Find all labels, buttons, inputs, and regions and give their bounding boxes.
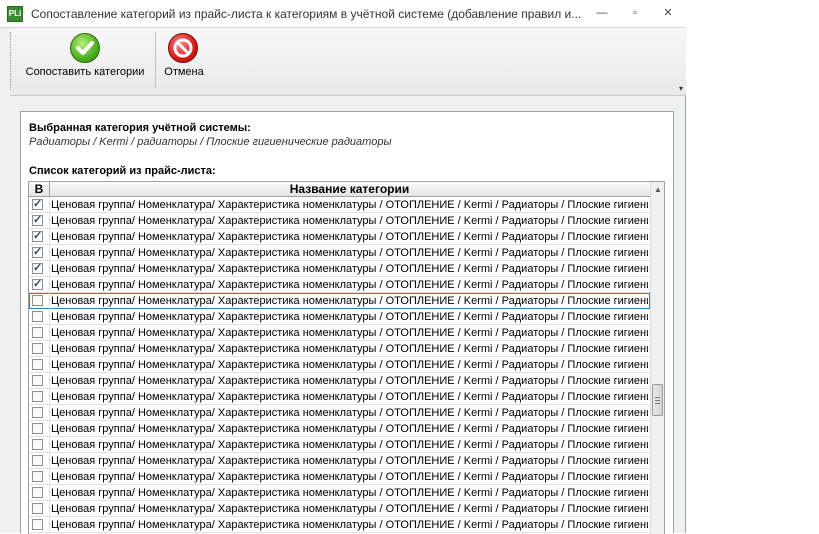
category-name-cell[interactable]: Ценовая группа/ Номенклатура/ Характерис…	[51, 310, 648, 324]
row-checkbox[interactable]: ✓	[32, 230, 43, 242]
table-row[interactable]: ✓ Ценовая группа/ Номенклатура/ Характери…	[29, 453, 650, 469]
check-mark-icon: ✓	[33, 278, 43, 290]
category-name-cell[interactable]: Ценовая группа/ Номенклатура/ Характерис…	[51, 262, 648, 276]
table-row[interactable]: ✓ Ценовая группа/ Номенклатура/ Характери…	[29, 405, 650, 421]
window-title: Сопоставление категорий из прайс-листа к…	[31, 7, 581, 21]
row-checkbox[interactable]: ✓	[32, 423, 43, 434]
row-checkbox[interactable]: ✓	[32, 198, 43, 210]
grid-rows: ✓ Ценовая группа/ Номенклатура/ Характери…	[29, 197, 650, 534]
category-name-cell[interactable]: Ценовая группа/ Номенклатура/ Характерис…	[51, 326, 648, 340]
table-row[interactable]: ✓ Ценовая группа/ Номенклатура/ Характери…	[29, 293, 650, 309]
table-row[interactable]: ✓ Ценовая группа/ Номенклатура/ Характери…	[29, 213, 650, 229]
row-checkbox[interactable]: ✓	[32, 295, 43, 306]
table-row[interactable]: ✓ Ценовая группа/ Номенклатура/ Характери…	[29, 277, 650, 293]
row-checkbox[interactable]: ✓	[32, 278, 43, 290]
app-logo-icon: PLi	[7, 6, 23, 22]
table-row[interactable]: ✓ Ценовая группа/ Номенклатура/ Характери…	[29, 197, 650, 213]
category-name-cell[interactable]: Ценовая группа/ Номенклатура/ Характерис…	[51, 502, 648, 516]
scroll-up-icon[interactable]: ▲	[651, 182, 664, 197]
row-checkbox[interactable]: ✓	[32, 246, 43, 258]
table-row[interactable]: ✓ Ценовая группа/ Номенклатура/ Характери…	[29, 437, 650, 453]
category-name-cell[interactable]: Ценовая группа/ Номенклатура/ Характерис…	[51, 470, 648, 484]
maximize-button[interactable]: ▫	[624, 4, 646, 22]
row-checkbox[interactable]: ✓	[32, 455, 43, 466]
category-name-cell[interactable]: Ценовая группа/ Номенклатура/ Характерис…	[51, 278, 648, 292]
row-checkbox[interactable]: ✓	[32, 487, 43, 498]
table-row[interactable]: ✓ Ценовая группа/ Номенклатура/ Характери…	[29, 357, 650, 373]
category-name-cell[interactable]: Ценовая группа/ Номенклатура/ Характерис…	[51, 406, 648, 420]
vertical-scrollbar[interactable]: ▲	[650, 182, 664, 534]
no-entry-icon	[168, 33, 198, 63]
check-mark-icon: ✓	[33, 262, 43, 274]
row-checkbox[interactable]: ✓	[32, 407, 43, 418]
category-name-cell[interactable]: Ценовая группа/ Номенклатура/ Характерис…	[51, 486, 648, 500]
grid-header: В Название категории	[29, 182, 650, 197]
table-row[interactable]: ✓ Ценовая группа/ Номенклатура/ Характери…	[29, 309, 650, 325]
row-checkbox[interactable]: ✓	[32, 262, 43, 274]
table-row[interactable]: ✓ Ценовая группа/ Номенклатура/ Характери…	[29, 389, 650, 405]
column-header-name[interactable]: Название категории	[49, 182, 650, 196]
category-name-cell[interactable]: Ценовая группа/ Номенклатура/ Характерис…	[51, 390, 648, 404]
toolbar-separator	[155, 32, 156, 88]
category-list-label: Список категорий из прайс-листа:	[29, 165, 216, 177]
row-checkbox[interactable]: ✓	[32, 471, 43, 482]
row-checkbox[interactable]: ✓	[32, 214, 43, 226]
table-row[interactable]: ✓ Ценовая группа/ Номенклатура/ Характери…	[29, 501, 650, 517]
toolbar-overflow-arrow-icon[interactable]: ▾	[676, 84, 686, 96]
check-mark-icon: ✓	[33, 230, 43, 242]
toolbar: Сопоставить категории Отмена	[10, 28, 686, 96]
table-row[interactable]: ✓ Ценовая группа/ Номенклатура/ Характери…	[29, 421, 650, 437]
content-panel: Выбранная категория учётной системы: Рад…	[20, 111, 674, 534]
category-name-cell[interactable]: Ценовая группа/ Номенклатура/ Характерис…	[51, 438, 648, 452]
category-name-cell[interactable]: Ценовая группа/ Номенклатура/ Характерис…	[51, 198, 648, 212]
row-checkbox[interactable]: ✓	[32, 343, 43, 354]
scroll-thumb[interactable]	[652, 384, 663, 416]
check-mark-icon: ✓	[33, 246, 43, 258]
category-name-cell[interactable]: Ценовая группа/ Номенклатура/ Характерис…	[51, 358, 648, 372]
row-checkbox[interactable]: ✓	[32, 503, 43, 514]
title-bar[interactable]: PLi Сопоставление категорий из прайс-лис…	[0, 0, 686, 28]
toolbar-grip[interactable]	[10, 32, 15, 90]
row-checkbox[interactable]: ✓	[32, 439, 43, 450]
category-name-cell[interactable]: Ценовая группа/ Номенклатура/ Характерис…	[51, 342, 648, 356]
minimize-button[interactable]: —	[591, 4, 613, 22]
table-row[interactable]: ✓ Ценовая группа/ Номенклатура/ Характери…	[29, 341, 650, 357]
row-checkbox[interactable]: ✓	[32, 359, 43, 370]
column-header-checked[interactable]: В	[29, 182, 50, 196]
row-checkbox[interactable]: ✓	[32, 327, 43, 338]
table-row[interactable]: ✓ Ценовая группа/ Номенклатура/ Характери…	[29, 469, 650, 485]
check-mark-icon: ✓	[33, 198, 43, 210]
table-row[interactable]: ✓ Ценовая группа/ Номенклатура/ Характери…	[29, 485, 650, 501]
category-name-cell[interactable]: Ценовая группа/ Номенклатура/ Характерис…	[51, 246, 648, 260]
category-name-cell[interactable]: Ценовая группа/ Номенклатура/ Характерис…	[51, 374, 648, 388]
map-categories-label: Сопоставить категории	[25, 66, 145, 78]
map-categories-button[interactable]: Сопоставить категории	[18, 30, 152, 90]
table-row[interactable]: ✓ Ценовая группа/ Номенклатура/ Характери…	[29, 325, 650, 341]
category-name-cell[interactable]: Ценовая группа/ Номенклатура/ Характерис…	[51, 518, 648, 532]
category-grid: В Название категории ✓ Ценовая группа/ Но…	[28, 181, 665, 534]
table-row[interactable]: ✓ Ценовая группа/ Номенклатура/ Характери…	[29, 261, 650, 277]
table-row[interactable]: ✓ Ценовая группа/ Номенклатура/ Характери…	[29, 245, 650, 261]
table-row[interactable]: ✓ Ценовая группа/ Номенклатура/ Характери…	[29, 229, 650, 245]
category-name-cell[interactable]: Ценовая группа/ Номенклатура/ Характерис…	[51, 422, 648, 436]
cancel-label: Отмена	[164, 66, 204, 78]
row-checkbox[interactable]: ✓	[32, 311, 43, 322]
green-check-icon	[70, 33, 100, 63]
category-name-cell[interactable]: Ценовая группа/ Номенклатура/ Характерис…	[51, 214, 648, 228]
category-name-cell[interactable]: Ценовая группа/ Номенклатура/ Характерис…	[51, 230, 648, 244]
selected-category-path: Радиаторы / Kermi / радиаторы / Плоские …	[29, 136, 392, 148]
row-checkbox[interactable]: ✓	[32, 375, 43, 386]
table-row[interactable]: ✓ Ценовая группа/ Номенклатура/ Характери…	[29, 517, 650, 533]
selected-category-label: Выбранная категория учётной системы:	[29, 122, 251, 134]
row-checkbox[interactable]: ✓	[32, 519, 43, 530]
row-checkbox[interactable]: ✓	[32, 391, 43, 402]
close-button[interactable]: ✕	[657, 4, 679, 22]
check-mark-icon: ✓	[33, 214, 43, 226]
category-name-cell[interactable]: Ценовая группа/ Номенклатура/ Характерис…	[51, 294, 648, 308]
category-name-cell[interactable]: Ценовая группа/ Номенклатура/ Характерис…	[51, 454, 648, 468]
cancel-button[interactable]: Отмена	[160, 30, 208, 90]
mapping-window: PLi Сопоставление категорий из прайс-лис…	[0, 0, 686, 534]
table-row[interactable]: ✓ Ценовая группа/ Номенклатура/ Характери…	[29, 373, 650, 389]
